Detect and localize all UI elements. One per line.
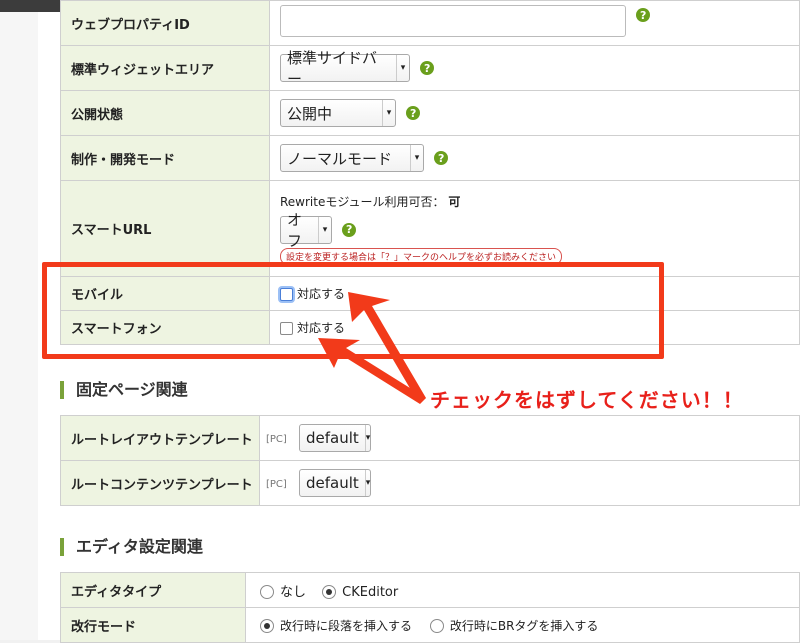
chevron-down-icon: ▾ — [410, 145, 423, 171]
web-property-label: ウェブプロパティID — [60, 0, 270, 46]
publish-status-select[interactable]: 公開中 ▾ — [280, 99, 396, 127]
root-content-pc-tag: [PC] — [266, 478, 287, 490]
editor-type-radio-ckeditor[interactable] — [322, 585, 337, 599]
fixed-page-table: ルートレイアウトテンプレート [PC] default ▾ ルートコンテンツテン… — [60, 415, 800, 506]
rewrite-module-value: 可 — [448, 194, 461, 209]
chevron-down-icon: ▾ — [318, 216, 331, 243]
editor-settings-table: エディタタイプ なし CKEditor 改行モード 改行時に段落を挿入する 改行… — [60, 572, 800, 643]
dev-mode-select[interactable]: ノーマルモード ▾ — [280, 144, 424, 172]
chevron-down-icon: ▾ — [396, 55, 409, 81]
editor-type-radio-none[interactable] — [260, 585, 274, 599]
editor-type-ckeditor-label: CKEditor — [342, 584, 399, 600]
root-content-template-select[interactable]: default ▾ — [298, 469, 371, 497]
web-property-input[interactable] — [280, 5, 626, 37]
editor-section-title: エディタ設定関連 — [60, 538, 203, 556]
editor-type-label: エディタタイプ — [60, 572, 246, 608]
fixed-page-section-title: 固定ページ関連 — [60, 381, 188, 399]
chevron-down-icon: ▾ — [364, 425, 370, 451]
chevron-down-icon: ▾ — [364, 470, 370, 496]
widget-area-label: 標準ウィジェットエリア — [60, 45, 270, 91]
left-sidebar-strip — [0, 12, 39, 640]
smart-url-value: オフ — [287, 210, 303, 250]
publish-status-value: 公開中 — [287, 104, 333, 123]
root-content-template-label: ルートコンテンツテンプレート — [60, 460, 260, 506]
root-layout-template-label: ルートレイアウトテンプレート — [60, 415, 260, 461]
root-layout-template-value: default — [305, 429, 359, 447]
question-circle-icon[interactable]: ? — [636, 8, 651, 22]
question-circle-icon[interactable]: ? — [406, 106, 421, 120]
chevron-down-icon: ▾ — [382, 100, 395, 126]
editor-type-none-label: なし — [280, 584, 307, 600]
publish-status-label: 公開状態 — [60, 90, 270, 136]
linebreak-mode-label: 改行モード — [60, 607, 246, 643]
linebreak-option-paragraph[interactable]: 改行時に段落を挿入する — [260, 619, 416, 633]
root-layout-pc-tag: [PC] — [266, 433, 287, 445]
smart-url-select[interactable]: オフ ▾ — [280, 211, 332, 250]
root-content-template-value: default — [305, 474, 359, 492]
dev-mode-label: 制作・開発モード — [60, 135, 270, 181]
annotation-text: チェックをはずしてください！！ — [430, 388, 744, 412]
question-circle-icon[interactable]: ? — [434, 151, 449, 165]
widget-area-value: 標準サイドバー — [287, 49, 378, 88]
linebreak-paragraph-label: 改行時に段落を挿入する — [280, 618, 413, 633]
dev-mode-value: ノーマルモード — [287, 149, 393, 168]
editor-type-option-ckeditor[interactable]: CKEditor — [322, 585, 398, 600]
question-circle-icon[interactable]: ? — [342, 222, 357, 237]
rewrite-module-label: Rewriteモジュール利用可否： — [280, 194, 445, 209]
annotation-highlight-box — [42, 262, 664, 359]
linebreak-br-label: 改行時にBRタグを挿入する — [449, 618, 599, 633]
linebreak-radio-paragraph[interactable] — [260, 619, 274, 633]
linebreak-option-br[interactable]: 改行時にBRタグを挿入する — [429, 618, 599, 633]
question-circle-icon[interactable]: ? — [420, 61, 435, 75]
linebreak-radio-br[interactable] — [429, 619, 444, 633]
editor-type-option-none[interactable]: なし — [260, 585, 310, 600]
widget-area-select[interactable]: 標準サイドバー ▾ — [280, 49, 410, 88]
root-layout-template-select[interactable]: default ▾ — [298, 424, 371, 452]
